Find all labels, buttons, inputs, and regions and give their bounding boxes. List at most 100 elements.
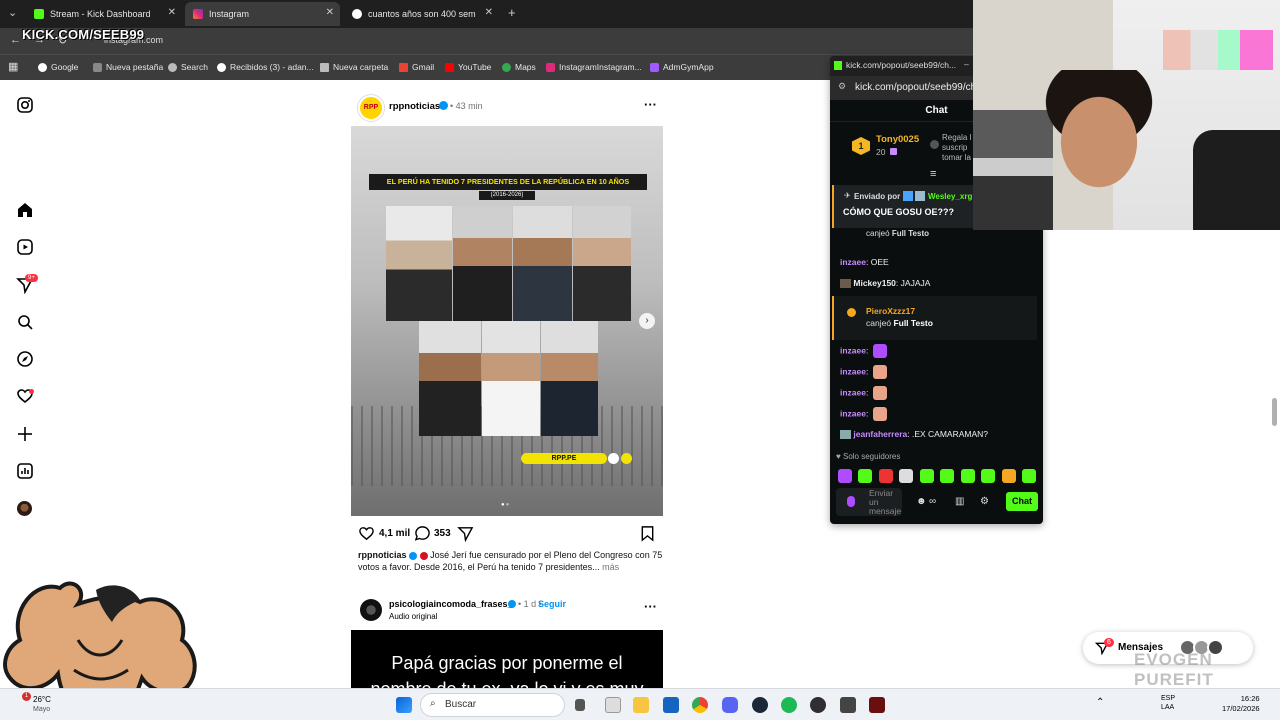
audio-label[interactable]: Audio original [389,612,437,621]
bookmark-inbox[interactable]: Recibidos (3) - adan... [217,62,314,72]
bookmark-maps[interactable]: Maps [502,62,536,72]
pinned-message[interactable]: ✈ Enviado por Wesley_xrg CÓMO QUE GOSU O… [832,185,975,228]
close-tab-icon[interactable]: ✕ [485,7,493,18]
emote-option[interactable] [1001,468,1016,483]
caption-username[interactable]: rppnoticias [358,550,407,560]
post-username[interactable]: psicologiaincomoda_frases_ [389,599,513,609]
back-icon[interactable]: ← [10,34,21,46]
bookmark-gmail[interactable]: Gmail [399,62,434,72]
tab-google-search[interactable]: cuantos años son 400 semanas ✕ [344,2,499,26]
close-tab-icon[interactable]: ✕ [168,7,176,18]
emote-option[interactable] [960,468,975,483]
post-avatar[interactable] [360,599,382,621]
chat-username[interactable]: jeanfaherrera [853,429,907,439]
chat-message[interactable]: inzaee: [840,365,887,379]
chat-username[interactable]: inzaee [840,345,866,355]
chat-username[interactable]: inzaee [840,366,866,376]
discord-icon[interactable] [722,697,738,713]
follow-button[interactable]: Seguir [538,599,566,609]
power-ups-icon[interactable]: ∞ [929,496,936,507]
chrome-icon[interactable] [692,697,708,713]
windows-start-icon[interactable] [396,697,412,713]
profile-icon[interactable] [17,501,32,516]
pinned-user[interactable]: Wesley_xrg [928,192,972,201]
taskbar-search[interactable]: ⌕ Buscar [420,693,565,717]
gifter-name[interactable]: Tony0025 [876,134,919,145]
microphone-icon[interactable] [847,496,855,507]
instagram-logo-icon[interactable] [16,96,34,114]
create-icon[interactable] [16,425,34,443]
bookmark-admgymapp[interactable]: AdmGymApp [650,62,714,72]
bookmark-google[interactable]: Google [38,62,78,72]
emote-picker-icon[interactable]: ☻ [916,496,927,507]
post-image[interactable]: EL PERÚ HA TENIDO 7 PRESIDENTES DE LA RE… [351,126,663,516]
post-username[interactable]: rppnoticias [389,101,440,112]
chat-message[interactable]: inzaee: [840,386,887,400]
close-tab-icon[interactable]: ✕ [326,7,334,18]
emote-option[interactable] [838,468,852,483]
emote-option[interactable] [878,468,893,483]
task-view-icon[interactable] [575,699,585,711]
chat-message[interactable]: inzaee: [840,407,887,421]
like-count[interactable]: 4,1 mil [379,528,410,539]
tab-instagram[interactable]: Instagram ✕ [185,2,340,26]
file-explorer-icon[interactable] [633,697,649,713]
emote-option[interactable] [940,468,955,483]
page-scrollbar-thumb[interactable] [1272,398,1277,426]
post-avatar[interactable]: RPP [358,95,384,121]
caption-more[interactable]: más [602,562,619,572]
chat-username[interactable]: Mickey150 [853,278,896,288]
app-icon[interactable] [840,697,856,713]
emote-option[interactable] [858,468,873,483]
tab-kick-dashboard[interactable]: Stream - Kick Dashboard ✕ [26,2,182,26]
chat-username[interactable]: inzaee [840,408,866,418]
bookmark-youtube[interactable]: YouTube [445,62,491,72]
bookmark-new-tab[interactable]: Nueva pestaña [93,62,163,72]
obs-icon[interactable] [810,697,826,713]
home-icon[interactable] [16,201,34,219]
site-info-icon[interactable]: ⚙ [838,81,846,92]
chat-username[interactable]: inzaee [840,387,866,397]
settings-icon[interactable]: ⚙ [980,496,989,507]
dashboard-icon[interactable] [16,462,34,480]
share-icon[interactable] [457,525,474,542]
lang-indicator[interactable]: ESP LAA [1161,694,1175,712]
like-icon[interactable] [358,525,375,542]
store-icon[interactable]: ▥ [955,496,964,507]
steam-icon[interactable] [752,697,768,713]
search-icon[interactable] [16,313,34,331]
chat-message[interactable]: inzaee: OEE [840,257,889,267]
chat-message[interactable]: inzaee: [840,344,887,358]
bookmark-instagram[interactable]: InstagramInstagram... [546,62,642,72]
post-options-icon[interactable]: ··· [644,599,657,614]
comment-icon[interactable] [414,525,431,542]
reels-icon[interactable] [16,238,34,256]
chat-message-input[interactable]: Enviar un mensaje [836,488,902,516]
chat-message[interactable]: Mickey150: JAJAJA [840,278,930,289]
emote-option[interactable] [919,468,934,483]
redeem-user[interactable]: PieroXzzz17 [866,306,915,316]
apps-icon[interactable]: ▦ [8,60,18,73]
post-options-icon[interactable]: ··· [644,97,657,112]
filter-icon[interactable]: ≡ [930,168,936,180]
clock[interactable]: 16:26 17/02/2026 [1222,694,1260,714]
tab-list-icon[interactable]: ⌄ [8,6,17,19]
bookmark-folder[interactable]: Nueva carpeta [320,62,388,72]
next-slide-icon[interactable]: › [639,313,655,329]
redeem-message[interactable]: PieroXzzz17 canjeó Full Testo [832,296,1037,340]
notepad-icon[interactable] [605,697,621,713]
app-icon[interactable] [869,697,885,713]
emote-option[interactable] [981,468,996,483]
chat-send-button[interactable]: Chat [1006,492,1038,511]
emote-option[interactable] [1022,468,1037,483]
comment-count[interactable]: 353 [434,528,451,539]
system-tray-chevron-icon[interactable]: ⌃ [1096,697,1104,708]
spotify-icon[interactable] [781,697,797,713]
store-icon[interactable] [663,697,679,713]
bookmark-search[interactable]: Search [168,62,208,72]
new-tab-button[interactable]: + [508,5,516,20]
weather-temp[interactable]: 26°C [33,695,51,704]
explore-icon[interactable] [16,350,34,368]
chat-username[interactable]: inzaee [840,257,866,267]
minimize-icon[interactable]: – [964,59,969,69]
